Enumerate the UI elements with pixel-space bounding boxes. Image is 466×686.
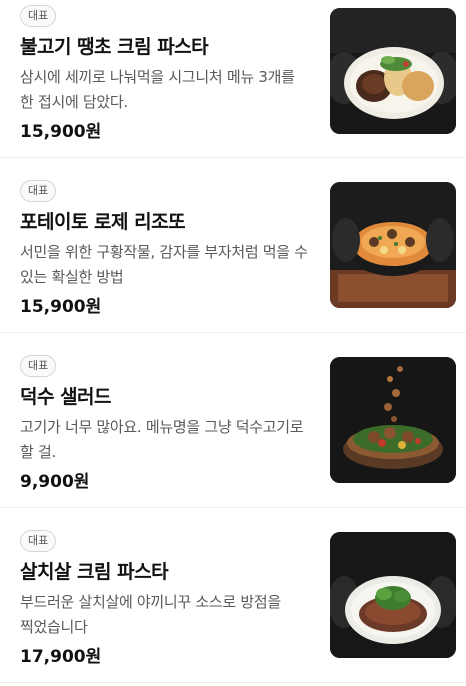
menu-item-photo[interactable] (330, 8, 456, 134)
menu-item-description: 고기가 너무 많아요. 메뉴명을 그냥 덕수고기로 할 걸. (20, 418, 304, 461)
menu-list: 대표 불고기 땡초 크림 파스타 삼시에 세끼로 나눠먹을 시그니처 메뉴 3개… (0, 0, 466, 683)
menu-item-name: 불고기 땡초 크림 파스타 (20, 36, 209, 58)
menu-item-name: 덕수 샐러드 (20, 386, 112, 408)
menu-item-description: 서민을 위한 구황작물, 감자를 부자처럼 먹을 수 있는 확실한 방법 (20, 243, 308, 286)
signature-badge: 대표 (20, 530, 57, 552)
menu-item-photo[interactable] (330, 182, 456, 308)
menu-item-info: 대표 살치살 크림 파스타 부드러운 살치살에 야끼니꾸 소스로 방점을 찍었습… (20, 529, 312, 668)
signature-badge: 대표 (20, 180, 57, 202)
menu-item[interactable]: 대표 살치살 크림 파스타 부드러운 살치살에 야끼니꾸 소스로 방점을 찍었습… (0, 508, 466, 683)
menu-item-photo[interactable] (330, 532, 456, 658)
menu-item-info: 대표 덕수 샐러드 고기가 너무 많아요. 메뉴명을 그냥 덕수고기로 할 걸.… (20, 354, 312, 493)
menu-item-price: 9,900원 (20, 472, 90, 492)
menu-item-info: 대표 불고기 땡초 크림 파스타 삼시에 세끼로 나눠먹을 시그니처 메뉴 3개… (20, 4, 312, 143)
menu-item-description: 부드러운 살치살에 야끼니꾸 소스로 방점을 찍었습니다 (20, 593, 281, 636)
pasta-trio-plate-image (330, 8, 456, 134)
steak-pasta-plate-image (330, 532, 456, 658)
menu-item[interactable]: 대표 불고기 땡초 크림 파스타 삼시에 세끼로 나눠먹을 시그니처 메뉴 3개… (0, 0, 466, 158)
menu-item-description: 삼시에 세끼로 나눠먹을 시그니처 메뉴 3개를 한 접시에 담았다. (20, 68, 295, 111)
menu-item-info: 대표 포테이토 로제 리조또 서민을 위한 구황작물, 감자를 부자처럼 먹을 … (20, 179, 312, 318)
menu-item-price: 15,900원 (20, 297, 102, 317)
menu-item[interactable]: 대표 포테이토 로제 리조또 서민을 위한 구황작물, 감자를 부자처럼 먹을 … (0, 158, 466, 333)
menu-item-photo[interactable] (330, 357, 456, 483)
signature-badge: 대표 (20, 5, 57, 27)
menu-item-name: 살치살 크림 파스타 (20, 561, 169, 583)
menu-item-name: 포테이토 로제 리조또 (20, 211, 186, 233)
menu-item-price: 15,900원 (20, 122, 102, 142)
salad-bowl-image (330, 357, 456, 483)
menu-item-price: 17,900원 (20, 647, 102, 667)
menu-item[interactable]: 대표 덕수 샐러드 고기가 너무 많아요. 메뉴명을 그냥 덕수고기로 할 걸.… (0, 333, 466, 508)
signature-badge: 대표 (20, 355, 57, 377)
risotto-skillet-image (330, 182, 456, 308)
